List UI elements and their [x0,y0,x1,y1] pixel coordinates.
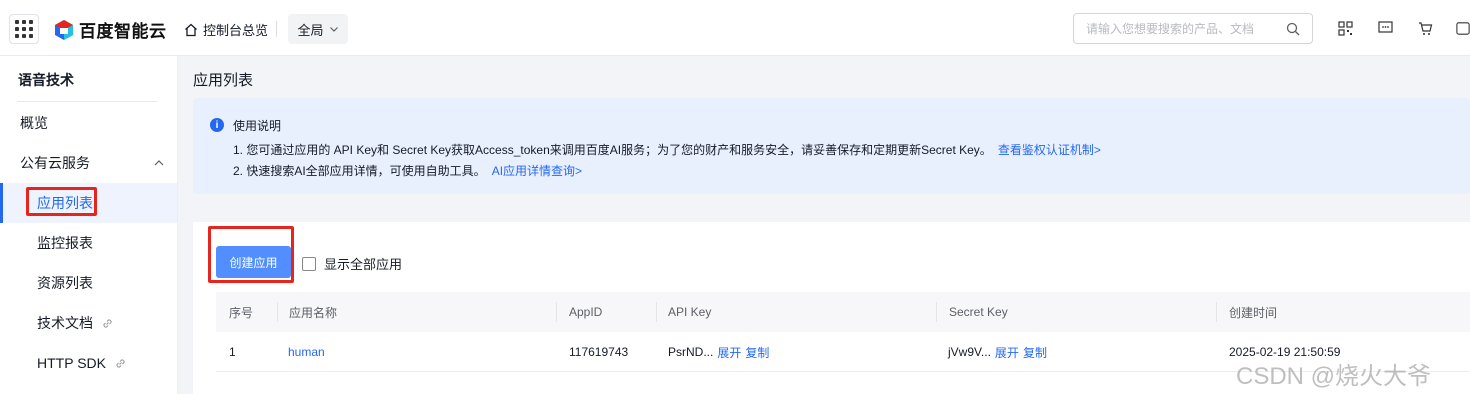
cell-secret-key: jVw9V... 展开 复制 [948,332,1047,372]
auth-docs-link[interactable]: 查看鉴权认证机制> [998,143,1101,157]
sidebar-item-tech-docs[interactable]: 技术文档 [0,303,177,343]
secret-key-expand-link[interactable]: 展开 [995,344,1019,361]
brand-name: 百度智能云 [79,22,167,41]
cell-index: 1 [229,345,236,359]
message-icon[interactable] [1377,20,1393,36]
create-app-button[interactable]: 创建应用 [216,246,291,278]
language-icon[interactable] [1456,20,1470,36]
show-all-checkbox[interactable] [302,256,316,271]
header-app-id: AppID [569,305,603,319]
product-menu-button[interactable] [9,14,39,44]
search-input[interactable] [1086,21,1286,36]
nav-divider [276,21,277,37]
sidebar-divider [17,101,157,102]
sidebar-item-resources[interactable]: 资源列表 [0,263,177,303]
notice-line-1-text: 1. 您可通过应用的 API Key和 Secret Key获取Access_t… [233,143,992,157]
console-overview-label: 控制台总览 [203,23,269,38]
sidebar-item-monitoring[interactable]: 监控报表 [0,223,177,263]
notice-line-2: 2. 快速搜索AI全部应用详情，可使用自助工具。 AI应用详情查询> [233,162,582,179]
header-created-time: 创建时间 [1229,305,1278,320]
sidebar-item-label: 监控报表 [37,235,93,251]
column-divider [936,302,937,322]
sidebar-item-label: 资源列表 [37,275,93,291]
external-link-icon [101,317,114,330]
column-divider [556,302,557,322]
column-divider [277,302,278,322]
sidebar-item-label: 概览 [20,115,48,131]
info-icon: i [210,118,224,132]
sidebar-item-label: 技术文档 [37,315,93,331]
external-link-icon [114,357,127,370]
column-divider [656,302,657,322]
header-index: 序号 [229,305,254,320]
top-navigation-bar: 百度智能云 控制台总览 全局 [0,0,1470,56]
console-overview-link[interactable]: 控制台总览 [184,20,268,39]
page-title: 应用列表 [193,72,254,89]
table-header: 序号 应用名称 AppID API Key Secret Key 创建时间 [216,292,1470,332]
api-key-expand-link[interactable]: 展开 [717,344,741,361]
csdn-watermark: CSDN @烧火大爷 [1236,363,1432,390]
cube-logo-icon [55,19,73,40]
brand-logo[interactable]: 百度智能云 [54,17,167,42]
header-api-key: API Key [668,305,712,319]
header-app-name: 应用名称 [289,305,338,320]
sidebar-item-overview[interactable]: 概览 [0,103,177,143]
sidebar-item-label: 公有云服务 [20,155,90,171]
chevron-up-icon [154,160,164,166]
secret-key-masked: jVw9V... [948,345,991,359]
global-search[interactable] [1073,13,1313,44]
notice-title: 使用说明 [233,119,282,133]
notice-line-1: 1. 您可通过应用的 API Key和 Secret Key获取Access_t… [233,141,1101,158]
notice-line-2-text: 2. 快速搜索AI全部应用详情，可使用自助工具。 [233,164,486,178]
cell-app-name-link[interactable]: human [288,332,325,372]
sidebar: 语音技术 概览 公有云服务 应用列表 监控报表 资源列表 技术文档 HTTP S… [0,56,178,394]
usage-notice: i 使用说明 1. 您可通过应用的 API Key和 Secret Key获取A… [193,98,1470,194]
column-divider [1216,302,1217,322]
secret-key-copy-link[interactable]: 复制 [1023,344,1047,361]
cell-api-key: PsrND... 展开 复制 [668,332,769,372]
show-all-label: 显示全部应用 [324,257,403,272]
search-icon[interactable] [1286,22,1300,36]
chevron-down-icon [329,27,338,32]
sidebar-item-app-list[interactable]: 应用列表 [0,183,177,223]
region-select[interactable]: 全局 [288,14,348,44]
cart-icon[interactable] [1417,20,1433,36]
sidebar-item-label: 应用列表 [37,195,93,211]
sidebar-group-public-cloud[interactable]: 公有云服务 [0,143,177,183]
qrcode-icon[interactable] [1337,20,1353,36]
app-details-query-link[interactable]: AI应用详情查询> [492,164,582,178]
api-key-masked: PsrND... [668,345,714,359]
cell-app-id: 117619743 [569,345,629,359]
grid-icon [15,20,33,38]
sidebar-item-label: HTTP SDK [37,355,106,371]
sidebar-title: 语音技术 [18,72,74,88]
home-icon [185,23,197,36]
header-secret-key: Secret Key [949,305,1008,319]
sidebar-item-http-sdk[interactable]: HTTP SDK [0,343,177,383]
region-label: 全局 [297,22,324,38]
show-all-apps-toggle[interactable]: 显示全部应用 [302,254,402,273]
api-key-copy-link[interactable]: 复制 [745,344,769,361]
